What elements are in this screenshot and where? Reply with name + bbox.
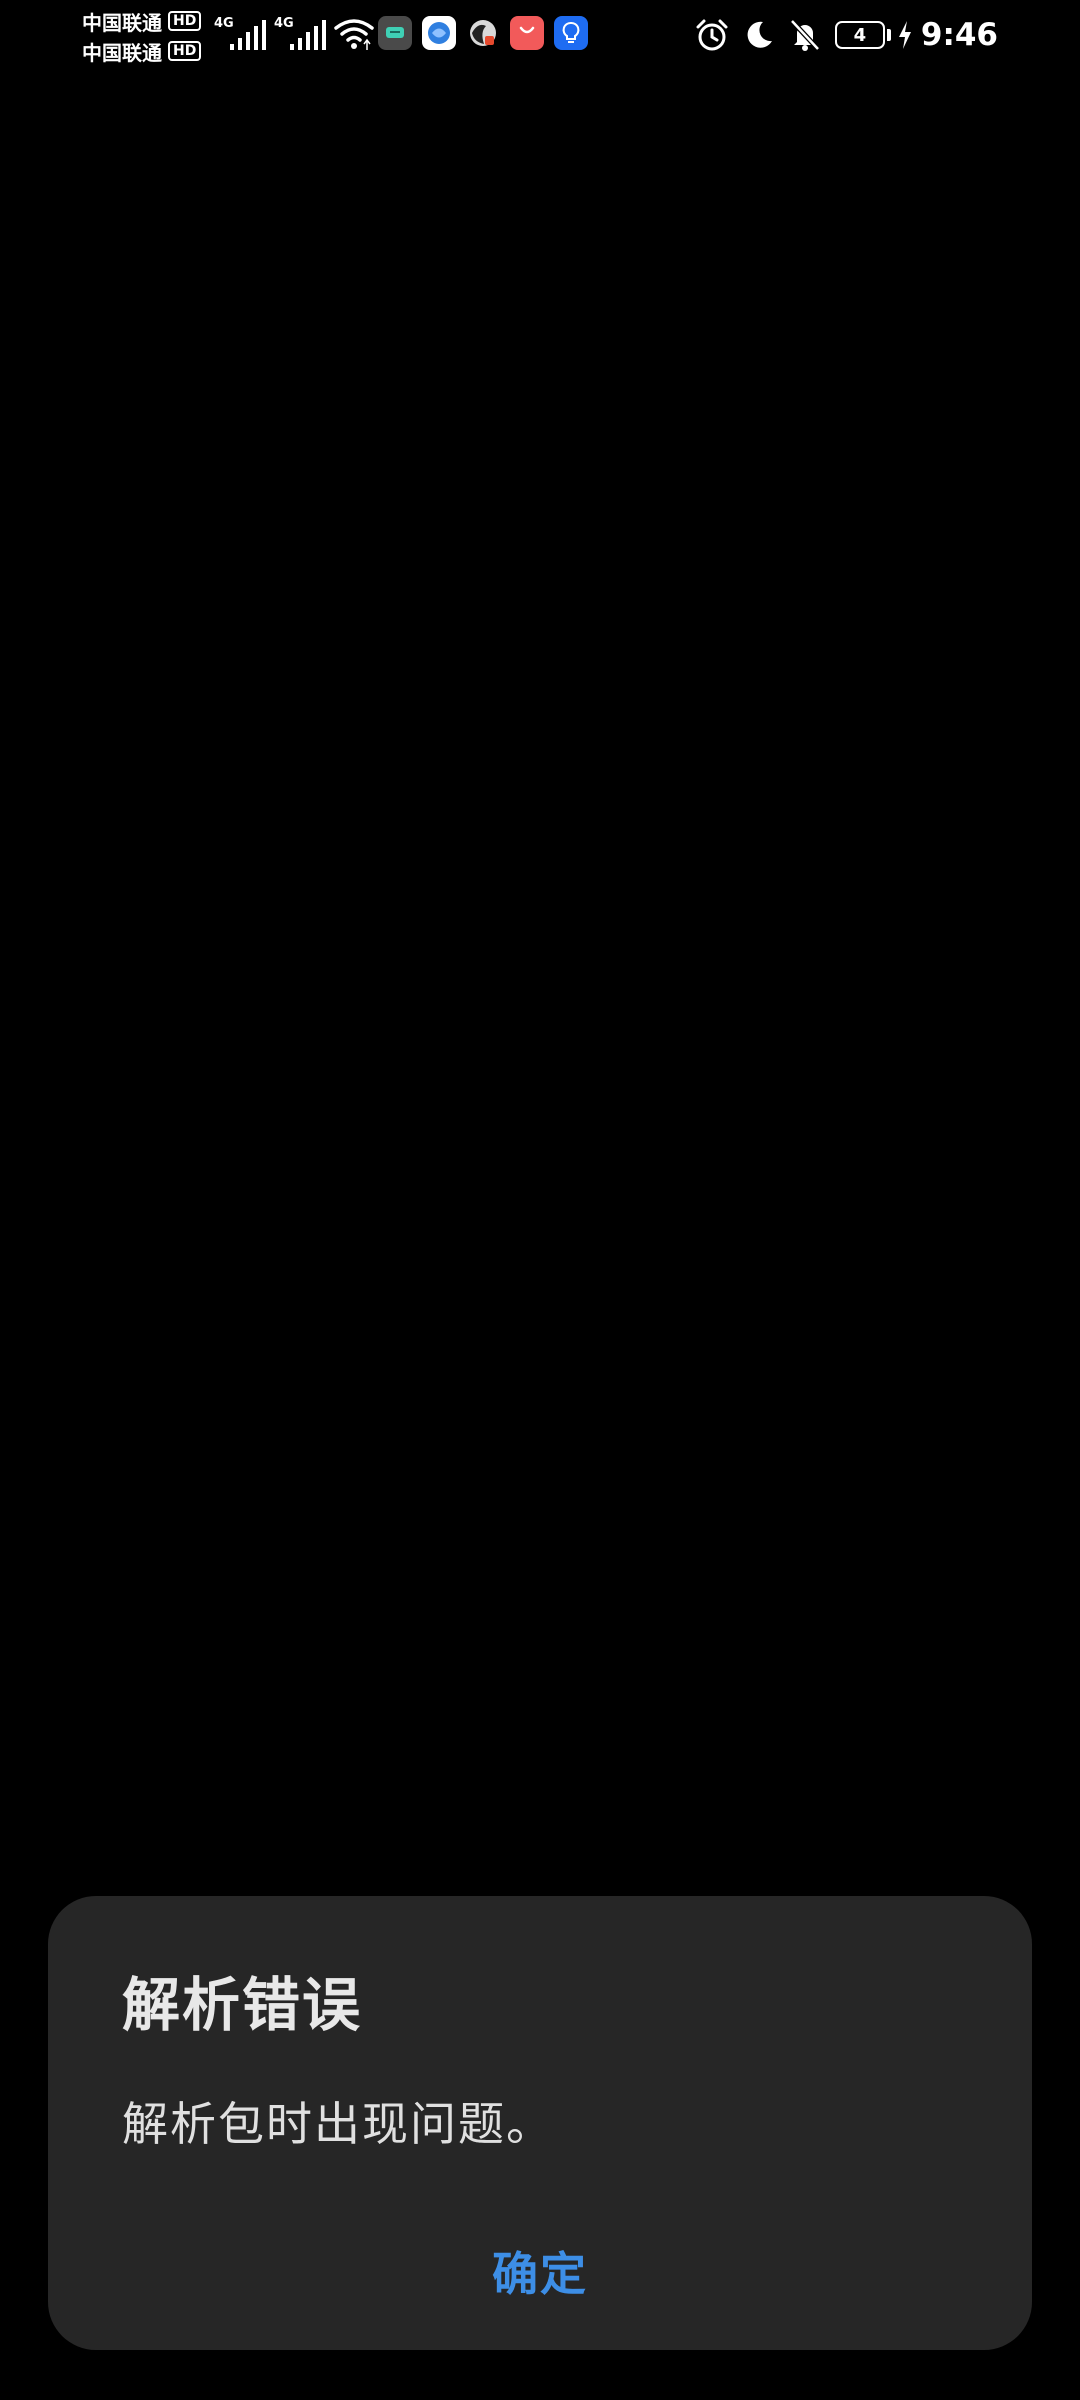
signal-1: 4G <box>214 14 272 54</box>
notification-app-icons <box>378 16 588 50</box>
signal-2: 4G <box>274 14 332 54</box>
hd-badge: HD <box>168 41 202 61</box>
carrier-name: 中国联通 <box>82 40 162 65</box>
dialog-title: 解析错误 <box>122 1971 363 2039</box>
signal-icon <box>290 20 326 50</box>
hd-badge: HD <box>168 11 202 31</box>
signal-icon <box>230 20 266 50</box>
message-app-icon <box>378 16 412 50</box>
alarm-icon <box>696 19 728 51</box>
moon-icon <box>747 21 772 48</box>
avatar-app-icon <box>466 16 500 50</box>
screen: 中国联通 HD 中国联通 HD 4G 4G 4 9:46 解析错误 解析包时出现… <box>0 0 1080 2400</box>
parse-error-dialog: 解析错误 解析包时出现问题。 确定 <box>48 1896 1032 2350</box>
status-right: 4 9:46 <box>695 12 998 58</box>
battery-level: 4 <box>834 21 885 49</box>
confirm-button[interactable]: 确定 <box>440 2226 640 2316</box>
clock: 9:46 <box>920 17 998 53</box>
carrier-row-1: 中国联通 HD <box>82 6 207 36</box>
battery-cap <box>886 29 891 41</box>
dialog-message: 解析包时出现问题。 <box>122 2097 554 2151</box>
lightbulb-app-icon <box>554 16 588 50</box>
status-bar: 中国联通 HD 中国联通 HD 4G 4G 4 9:46 <box>0 0 1080 70</box>
shopping-app-icon <box>510 16 544 50</box>
charging-icon <box>898 21 911 49</box>
browser-app-icon <box>422 16 456 50</box>
wifi-icon <box>334 19 374 50</box>
carrier-info: 中国联通 HD 中国联通 HD <box>82 6 207 66</box>
carrier-name: 中国联通 <box>82 10 162 35</box>
bell-off-icon <box>790 19 820 51</box>
carrier-row-2: 中国联通 HD <box>82 36 207 66</box>
battery-icon: 4 <box>834 21 891 49</box>
